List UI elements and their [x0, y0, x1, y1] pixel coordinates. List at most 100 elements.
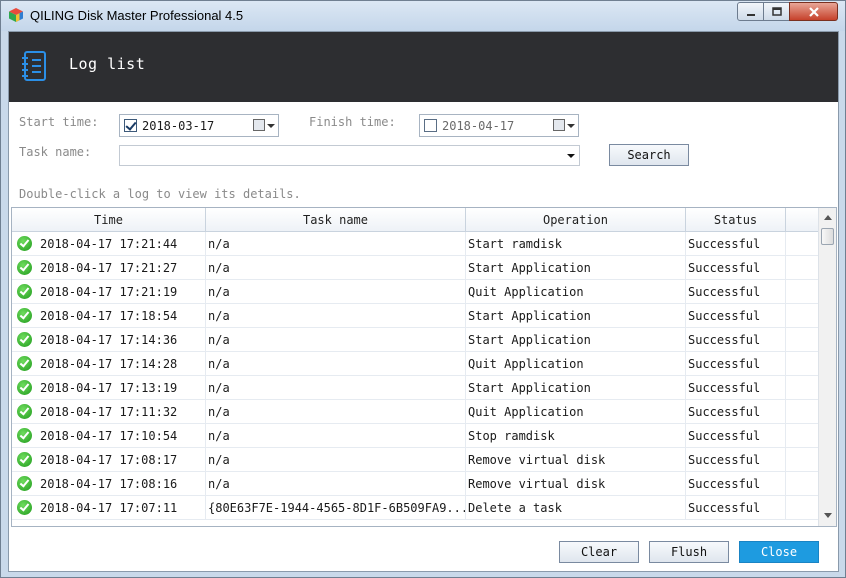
cell-status: Successful	[686, 448, 786, 472]
table-row[interactable]: 2018-04-17 17:07:11 {80E63F7E-1944-4565-8…	[12, 496, 818, 520]
close-button[interactable]: Close	[739, 541, 819, 563]
flush-button[interactable]: Flush	[649, 541, 729, 563]
table-row[interactable]: 2018-04-17 17:10:54 n/a Stop ramdisk Succes…	[12, 424, 818, 448]
log-table[interactable]: Time Task name Operation Status 2018-04-…	[11, 207, 837, 527]
scrollbar-thumb[interactable]	[821, 228, 834, 245]
close-icon	[808, 6, 819, 17]
column-header-status[interactable]: Status	[686, 208, 786, 232]
table-row[interactable]: 2018-04-17 17:21:44 n/a Start ramdisk Succe…	[12, 232, 818, 256]
cell-task-name: n/a	[206, 424, 466, 448]
table-row[interactable]: 2018-04-17 17:13:19 n/a Start Application S…	[12, 376, 818, 400]
cell-task-name: {80E63F7E-1944-4565-8D1F-6B509FA9...	[206, 496, 466, 520]
window-title: QILING Disk Master Professional 4.5	[30, 8, 244, 23]
cell-task-name: n/a	[206, 400, 466, 424]
cell-time: 2018-04-17 17:21:19	[12, 280, 206, 304]
cell-task-name: n/a	[206, 448, 466, 472]
cell-task-name: n/a	[206, 352, 466, 376]
cell-time: 2018-04-17 17:08:17	[12, 448, 206, 472]
start-date-value: 2018-03-17	[142, 119, 215, 133]
table-row[interactable]: 2018-04-17 17:08:17 n/a Remove virtual dis…	[12, 448, 818, 472]
finish-date-checkbox[interactable]	[424, 119, 437, 132]
cell-status: Successful	[686, 304, 786, 328]
table-row[interactable]: 2018-04-17 17:18:54 n/a Start Application S…	[12, 304, 818, 328]
log-list-icon	[22, 51, 46, 81]
cell-status: Successful	[686, 424, 786, 448]
app-window: QILING Disk Master Professional 4.5 Log …	[0, 0, 846, 578]
table-row[interactable]: 2018-04-17 17:11:32 n/a Quit Application Su…	[12, 400, 818, 424]
cell-operation: Quit Application	[466, 400, 686, 424]
cell-operation: Start ramdisk	[466, 232, 686, 256]
task-name-label: Task name:	[19, 145, 92, 159]
cell-time: 2018-04-17 17:14:36	[12, 328, 206, 352]
column-header-operation[interactable]: Operation	[466, 208, 686, 232]
hint-text: Double-click a log to view its details.	[19, 187, 301, 201]
table-row[interactable]: 2018-04-17 17:21:19 n/a Quit Application Su…	[12, 280, 818, 304]
vertical-scrollbar[interactable]	[818, 208, 836, 526]
cell-task-name: n/a	[206, 376, 466, 400]
cell-task-name: n/a	[206, 280, 466, 304]
finish-date-value: 2018-04-17	[442, 119, 515, 133]
cell-operation: Start Application	[466, 256, 686, 280]
header-bar: Log list	[9, 32, 838, 102]
search-button[interactable]: Search	[609, 144, 689, 166]
finish-date-picker[interactable]: 2018-04-17	[419, 114, 579, 137]
title-bar[interactable]: QILING Disk Master Professional 4.5	[1, 1, 845, 31]
cell-operation: Start Application	[466, 328, 686, 352]
start-time-label: Start time:	[19, 115, 99, 129]
cell-time: 2018-04-17 17:14:28	[12, 352, 206, 376]
cell-time: 2018-04-17 17:11:32	[12, 400, 206, 424]
cell-status: Successful	[686, 280, 786, 304]
cell-task-name: n/a	[206, 304, 466, 328]
cell-time: 2018-04-17 17:21:44	[12, 232, 206, 256]
cell-time: 2018-04-17 17:08:16	[12, 472, 206, 496]
cell-operation: Start Application	[466, 304, 686, 328]
chevron-down-icon[interactable]	[567, 154, 575, 158]
clear-button[interactable]: Clear	[559, 541, 639, 563]
cell-operation: Stop ramdisk	[466, 424, 686, 448]
start-date-picker[interactable]: 2018-03-17	[119, 114, 279, 137]
table-row[interactable]: 2018-04-17 17:21:27 n/a Start Application S…	[12, 256, 818, 280]
calendar-icon[interactable]	[553, 119, 565, 131]
column-header-task-name[interactable]: Task name	[206, 208, 466, 232]
cell-status: Successful	[686, 352, 786, 376]
cell-time: 2018-04-17 17:10:54	[12, 424, 206, 448]
minimize-button[interactable]	[737, 2, 764, 21]
task-name-select[interactable]	[119, 145, 580, 166]
cell-time: 2018-04-17 17:13:19	[12, 376, 206, 400]
cell-task-name: n/a	[206, 328, 466, 352]
minimize-icon	[746, 13, 755, 16]
maximize-button[interactable]	[763, 2, 790, 21]
chevron-down-icon[interactable]	[567, 124, 575, 128]
cell-status: Successful	[686, 232, 786, 256]
finish-time-label: Finish time:	[309, 115, 396, 129]
maximize-icon	[771, 6, 782, 16]
start-date-checkbox[interactable]	[124, 119, 137, 132]
table-row[interactable]: 2018-04-17 17:14:28 n/a Quit Application Su…	[12, 352, 818, 376]
calendar-icon[interactable]	[253, 119, 265, 131]
scroll-down-icon[interactable]	[824, 513, 832, 518]
cell-operation: Delete a task	[466, 496, 686, 520]
scroll-up-icon[interactable]	[824, 215, 832, 220]
cell-operation: Start Application	[466, 376, 686, 400]
cell-status: Successful	[686, 496, 786, 520]
cell-time: 2018-04-17 17:07:11	[12, 496, 206, 520]
table-header: Time Task name Operation Status	[12, 208, 818, 232]
cell-operation: Quit Application	[466, 352, 686, 376]
cell-task-name: n/a	[206, 256, 466, 280]
column-header-time[interactable]: Time	[12, 208, 206, 232]
main-panel: Log list Start time: 2018-03-17 Finish t…	[8, 31, 839, 572]
cell-operation: Remove virtual disk	[466, 472, 686, 496]
chevron-down-icon[interactable]	[267, 124, 275, 128]
cell-task-name: n/a	[206, 472, 466, 496]
close-window-button[interactable]	[789, 2, 838, 21]
table-row[interactable]: 2018-04-17 17:08:16 n/a Remove virtual dis…	[12, 472, 818, 496]
cell-status: Successful	[686, 256, 786, 280]
cell-status: Successful	[686, 400, 786, 424]
cell-status: Successful	[686, 472, 786, 496]
cell-operation: Remove virtual disk	[466, 448, 686, 472]
table-row[interactable]: 2018-04-17 17:14:36 n/a Start Application S…	[12, 328, 818, 352]
page-title: Log list	[69, 55, 146, 73]
cell-time: 2018-04-17 17:18:54	[12, 304, 206, 328]
cell-operation: Quit Application	[466, 280, 686, 304]
app-cube-icon	[9, 8, 23, 22]
